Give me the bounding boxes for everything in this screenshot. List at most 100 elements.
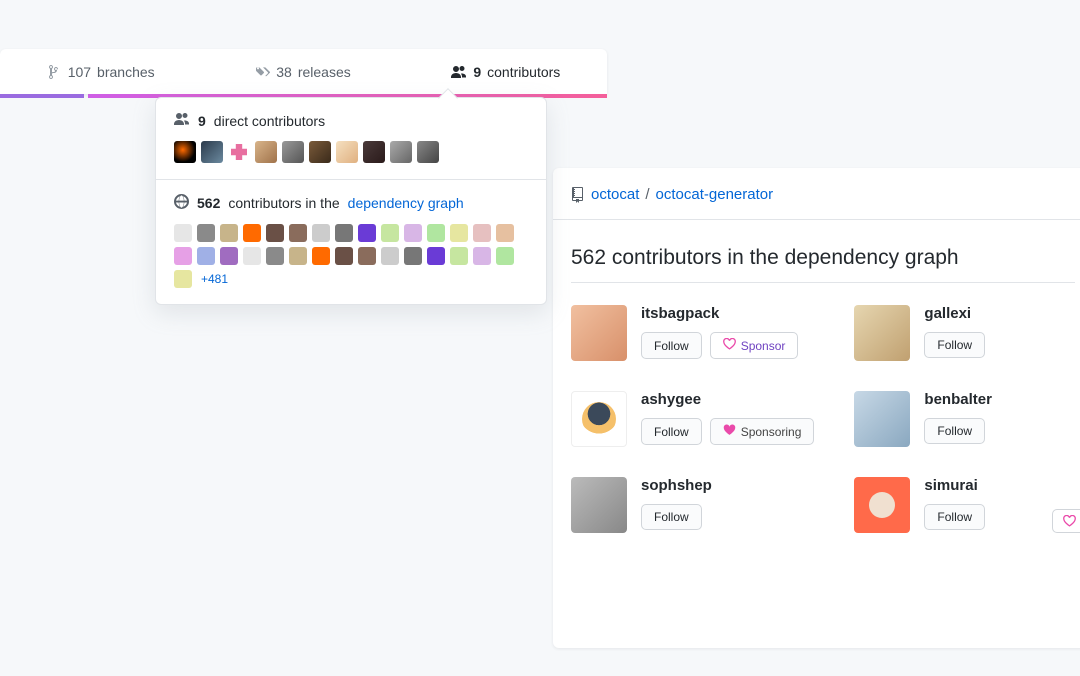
avatar[interactable] (335, 247, 353, 265)
avatar[interactable] (197, 224, 215, 242)
releases-count: 38 (276, 64, 292, 80)
avatar[interactable] (358, 247, 376, 265)
avatar[interactable] (404, 247, 422, 265)
direct-avatar-row (174, 141, 528, 163)
contributor-item: gallexi Follow (854, 305, 1075, 361)
follow-button[interactable]: Follow (924, 332, 985, 358)
avatar[interactable] (854, 305, 910, 361)
avatar[interactable] (309, 141, 331, 163)
contributor-username[interactable]: ashygee (641, 391, 814, 408)
repo-icon (571, 187, 585, 203)
avatar[interactable] (312, 247, 330, 265)
follow-button[interactable]: Follow (924, 504, 985, 530)
avatar[interactable] (450, 224, 468, 242)
graph-contributors-section: 562 contributors in the dependency graph (156, 179, 546, 304)
contributor-item: simurai Follow (854, 477, 1075, 533)
avatar[interactable] (473, 224, 491, 242)
avatar[interactable] (390, 141, 412, 163)
sponsoring-button[interactable]: Sponsoring (710, 418, 815, 445)
avatar[interactable] (381, 224, 399, 242)
contributor-item: ashygee Follow Sponsoring (571, 391, 814, 447)
avatar[interactable] (201, 141, 223, 163)
releases-tab[interactable]: 38 releases (202, 49, 404, 94)
contributor-username[interactable]: itsbagpack (641, 305, 798, 322)
avatar[interactable] (335, 224, 353, 242)
avatar[interactable] (243, 224, 261, 242)
direct-contributors-section: 9 direct contributors (156, 98, 546, 179)
avatar[interactable] (266, 247, 284, 265)
contributor-item: sophshep Follow (571, 477, 814, 533)
avatar[interactable] (336, 141, 358, 163)
avatar[interactable] (571, 305, 627, 361)
branches-tab[interactable]: 107 branches (0, 49, 202, 94)
avatar[interactable] (289, 224, 307, 242)
avatar[interactable] (220, 224, 238, 242)
avatar[interactable] (854, 477, 910, 533)
avatar[interactable] (243, 247, 261, 265)
sponsor-label: Sponsor (741, 339, 786, 353)
graph-avatar-row: +481 (174, 224, 528, 288)
avatar[interactable] (854, 391, 910, 447)
avatar[interactable] (289, 247, 307, 265)
avatar[interactable] (363, 141, 385, 163)
sponsor-button[interactable]: Sponsor (710, 332, 799, 359)
contributors-label: contributors (487, 64, 560, 80)
avatar[interactable] (427, 247, 445, 265)
avatar[interactable] (404, 224, 422, 242)
heart-icon (1063, 515, 1076, 527)
contributor-username[interactable]: gallexi (924, 305, 985, 322)
avatar[interactable] (312, 224, 330, 242)
contributors-count: 9 (473, 64, 481, 80)
contributor-item: itsbagpack Follow Sponsor (571, 305, 814, 361)
avatar[interactable] (197, 247, 215, 265)
avatar[interactable] (282, 141, 304, 163)
direct-label: direct contributors (214, 113, 325, 129)
graph-label-before: contributors in the (228, 195, 339, 211)
direct-count: 9 (198, 113, 206, 129)
avatar[interactable] (427, 224, 445, 242)
contributor-grid: itsbagpack Follow Sponsor gallexi Foll (553, 305, 1080, 533)
contributor-username[interactable]: benbalter (924, 391, 992, 408)
graph-heading: 562 contributors in the dependency graph (174, 194, 528, 212)
follow-button[interactable]: Follow (641, 504, 702, 530)
branch-icon (48, 64, 62, 80)
avatar[interactable] (571, 391, 627, 447)
contributor-item: benbalter Follow (854, 391, 1075, 447)
avatar[interactable] (450, 247, 468, 265)
avatar[interactable] (417, 141, 439, 163)
breadcrumb-owner[interactable]: octocat (591, 186, 639, 203)
contributors-tab[interactable]: 9 contributors (405, 49, 607, 94)
divider (571, 282, 1075, 283)
avatar[interactable] (174, 247, 192, 265)
direct-heading: 9 direct contributors (174, 112, 528, 129)
avatar[interactable] (174, 270, 192, 288)
follow-button[interactable]: Follow (924, 418, 985, 444)
avatar[interactable] (174, 141, 196, 163)
graph-count: 562 (197, 195, 220, 211)
avatar[interactable] (496, 224, 514, 242)
contributor-username[interactable]: sophshep (641, 477, 712, 494)
more-contributors-link[interactable]: +481 (201, 272, 228, 286)
avatar[interactable] (358, 224, 376, 242)
avatar[interactable] (266, 224, 284, 242)
follow-button[interactable]: Follow (641, 332, 702, 359)
avatar[interactable] (381, 247, 399, 265)
dependency-graph-link[interactable]: dependency graph (348, 195, 464, 211)
sponsor-button[interactable] (1052, 509, 1080, 533)
avatar[interactable] (496, 247, 514, 265)
avatar[interactable] (473, 247, 491, 265)
breadcrumb-repo[interactable]: octocat-generator (656, 186, 774, 203)
avatar[interactable] (220, 247, 238, 265)
contributors-panel: octocat / octocat-generator 562 contribu… (553, 168, 1080, 648)
people-icon (451, 65, 467, 79)
people-icon (174, 112, 190, 129)
contributor-username[interactable]: simurai (924, 477, 985, 494)
globe-icon (174, 194, 189, 212)
divider (553, 219, 1080, 220)
follow-button[interactable]: Follow (641, 418, 702, 445)
avatar[interactable] (174, 224, 192, 242)
avatar[interactable] (255, 141, 277, 163)
avatar[interactable] (228, 141, 250, 163)
sponsoring-label: Sponsoring (741, 425, 802, 439)
avatar[interactable] (571, 477, 627, 533)
